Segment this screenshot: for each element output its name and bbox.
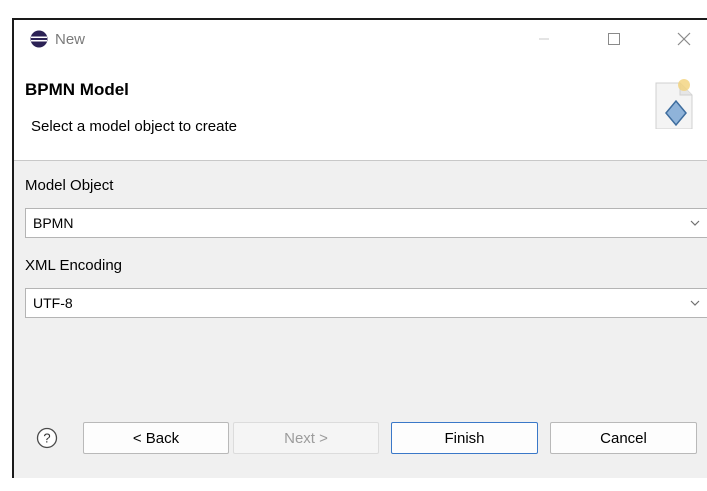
xml-encoding-select[interactable]: UTF-8 (25, 288, 707, 318)
next-button[interactable]: Next > (233, 422, 379, 454)
eclipse-icon (30, 30, 48, 48)
title-bar[interactable]: New (14, 20, 707, 58)
model-object-select[interactable]: BPMN (25, 208, 707, 238)
svg-text:?: ? (43, 431, 50, 446)
maximize-icon (608, 33, 620, 45)
help-icon[interactable]: ? (36, 427, 58, 449)
minimize-button[interactable] (524, 24, 564, 54)
wizard-header: BPMN Model Select a model object to crea… (14, 58, 707, 161)
close-icon (677, 32, 691, 46)
page-description: Select a model object to create (31, 118, 237, 135)
finish-button[interactable]: Finish (391, 422, 538, 454)
page-title: BPMN Model (25, 80, 129, 99)
chevron-down-icon (690, 300, 700, 306)
back-button[interactable]: < Back (83, 422, 229, 454)
window-title: New (55, 31, 86, 48)
xml-encoding-label: XML Encoding (25, 257, 123, 274)
xml-encoding-value: UTF-8 (33, 295, 73, 311)
maximize-button[interactable] (594, 24, 634, 54)
model-object-label: Model Object (25, 177, 114, 194)
minimize-icon (539, 38, 549, 40)
model-object-value: BPMN (33, 215, 74, 231)
new-wizard-dialog: New BPMN Model Select a model object to … (12, 18, 707, 478)
cancel-button[interactable]: Cancel (550, 422, 697, 454)
close-button[interactable] (664, 24, 704, 54)
bpmn-wizard-icon (655, 79, 693, 129)
chevron-down-icon (690, 220, 700, 226)
